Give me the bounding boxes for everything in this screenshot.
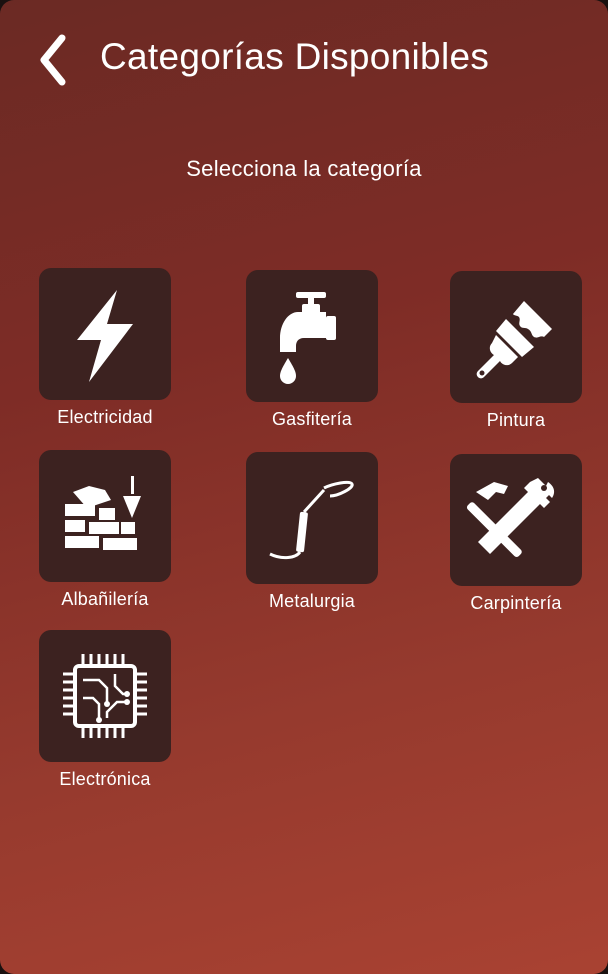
category-label: Electricidad [57, 407, 153, 427]
back-button[interactable] [32, 30, 76, 90]
category-tile-box [246, 270, 378, 402]
category-tile-box [39, 268, 171, 400]
brick-wall-trowel-icon [65, 476, 141, 550]
category-tile-box [39, 450, 171, 582]
chevron-left-icon [40, 34, 66, 86]
category-screen: Categorías Disponibles Selecciona la cat… [0, 0, 608, 974]
category-electricidad[interactable]: Electricidad [38, 268, 172, 428]
water-faucet-icon [280, 292, 336, 384]
category-label: Pintura [486, 410, 546, 430]
page-subtitle: Selecciona la categoría [186, 156, 422, 181]
category-pintura[interactable]: Pintura [449, 271, 583, 431]
category-electronica[interactable]: Electrónica [38, 630, 172, 790]
category-carpinteria[interactable]: Carpintería [449, 454, 583, 614]
category-albanileria[interactable]: Albañilería [38, 450, 172, 610]
microchip-icon [63, 654, 147, 738]
category-gasfiteria[interactable]: Gasfitería [245, 270, 379, 430]
category-label: Metalurgia [268, 591, 356, 611]
category-tile-box [246, 452, 378, 584]
paint-brush-icon [476, 301, 552, 379]
hammer-saw-icon [466, 478, 555, 558]
category-tile-box [450, 271, 582, 403]
page-title: Categorías Disponibles [100, 36, 490, 77]
welding-torch-icon [269, 480, 354, 560]
lightning-bolt-icon [77, 290, 133, 382]
category-label: Carpintería [470, 593, 562, 613]
category-metalurgia[interactable]: Metalurgia [245, 452, 379, 612]
category-label: Electrónica [59, 769, 151, 789]
category-tile-box [39, 630, 171, 762]
category-label: Albañilería [61, 589, 149, 609]
category-label: Gasfitería [271, 409, 353, 429]
category-tile-box [450, 454, 582, 586]
